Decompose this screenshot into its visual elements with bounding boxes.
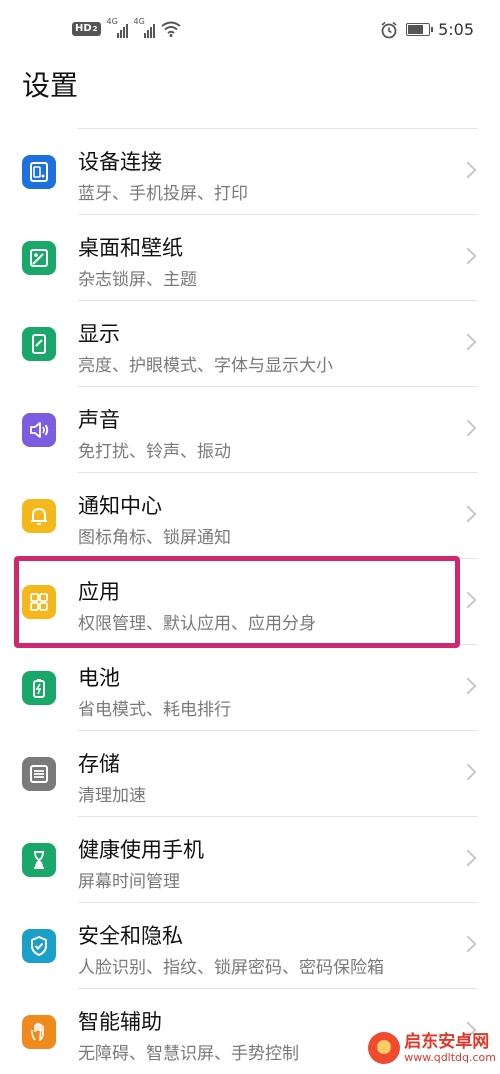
chevron-right-icon (459, 505, 477, 523)
setting-item-battery[interactable]: 电池 省电模式、耗电排行 (0, 644, 500, 730)
chevron-right-icon (459, 935, 477, 953)
divider (78, 472, 478, 473)
storage-icon (22, 757, 56, 791)
setting-title: 健康使用手机 (78, 838, 204, 862)
setting-title: 声音 (78, 408, 120, 432)
status-bar-right: 5:05 (380, 20, 474, 39)
setting-subtitle: 杂志锁屏、主题 (78, 270, 197, 290)
setting-title: 存储 (78, 752, 120, 776)
setting-title: 安全和隐私 (78, 924, 183, 948)
status-bar-left: HD 2 4G 4G (72, 17, 181, 38)
chevron-right-icon (459, 333, 477, 351)
divider (78, 988, 478, 989)
watermark: 启东安卓网 www.qdltdq.com (368, 1032, 496, 1064)
signal-label-2: 4G (133, 17, 145, 26)
setting-item-notification[interactable]: 通知中心 图标角标、锁屏通知 (0, 472, 500, 558)
setting-title: 电池 (78, 666, 120, 690)
setting-title: 设备连接 (78, 150, 162, 174)
settings-list: 设备连接 蓝牙、手机投屏、打印 桌面和壁纸 杂志锁屏、主题 显示 亮度、护眼模式… (0, 128, 500, 1074)
status-bar: HD 2 4G 4G 5:05 (0, 0, 500, 58)
signal-icon: 4G (133, 17, 155, 38)
watermark-name: 启东安卓网 (404, 1032, 490, 1052)
shield-icon (22, 929, 56, 963)
setting-item-wallpaper[interactable]: 桌面和壁纸 杂志锁屏、主题 (0, 214, 500, 300)
setting-item-storage[interactable]: 存储 清理加速 (0, 730, 500, 816)
sound-icon (22, 413, 56, 447)
wifi-icon (160, 21, 181, 37)
setting-subtitle: 蓝牙、手机投屏、打印 (78, 184, 248, 204)
setting-item-sound[interactable]: 声音 免打扰、铃声、振动 (0, 386, 500, 472)
divider (78, 730, 478, 731)
setting-subtitle: 无障碍、智慧识屏、手势控制 (78, 1044, 299, 1064)
setting-item-apps[interactable]: 应用 权限管理、默认应用、应用分身 (0, 558, 500, 644)
setting-title: 通知中心 (78, 494, 162, 518)
divider (78, 558, 478, 559)
chevron-right-icon (459, 849, 477, 867)
divider (78, 128, 478, 129)
divider (78, 300, 478, 301)
display-icon (22, 327, 56, 361)
alarm-icon (381, 21, 397, 38)
setting-item-device-connect[interactable]: 设备连接 蓝牙、手机投屏、打印 (0, 128, 500, 214)
setting-item-digital-balance[interactable]: 健康使用手机 屏幕时间管理 (0, 816, 500, 902)
battery-icon (22, 671, 56, 705)
notification-icon (22, 499, 56, 533)
chevron-right-icon (459, 161, 477, 179)
setting-subtitle: 权限管理、默认应用、应用分身 (78, 614, 316, 634)
chevron-right-icon (459, 591, 477, 609)
setting-subtitle: 清理加速 (78, 786, 146, 806)
chevron-right-icon (459, 419, 477, 437)
hourglass-icon (22, 843, 56, 877)
hd-icon: HD 2 (72, 22, 101, 36)
hd-badge-label: HD (75, 23, 92, 34)
divider (78, 816, 478, 817)
hd-badge-sub: 2 (92, 24, 98, 33)
setting-subtitle: 图标角标、锁屏通知 (78, 528, 231, 548)
signal-icon: 4G (106, 17, 128, 38)
chevron-right-icon (459, 247, 477, 265)
divider (78, 386, 478, 387)
setting-subtitle: 免打扰、铃声、振动 (78, 442, 231, 462)
setting-subtitle: 省电模式、耗电排行 (78, 700, 231, 720)
page-title: 设置 (22, 69, 79, 102)
setting-subtitle: 亮度、护眼模式、字体与显示大小 (78, 356, 333, 376)
watermark-logo-icon (368, 1032, 401, 1064)
setting-subtitle: 屏幕时间管理 (78, 872, 180, 892)
setting-subtitle: 人脸识别、指纹、锁屏密码、密码保险箱 (78, 958, 384, 978)
watermark-text: 启东安卓网 www.qdltdq.com (404, 1032, 496, 1064)
watermark-url: www.qdltdq.com (404, 1051, 496, 1064)
signal-label-1: 4G (106, 17, 118, 26)
device-connect-icon (22, 155, 56, 189)
setting-title: 桌面和壁纸 (78, 236, 183, 260)
setting-item-display[interactable]: 显示 亮度、护眼模式、字体与显示大小 (0, 300, 500, 386)
divider (78, 644, 478, 645)
setting-item-security[interactable]: 安全和隐私 人脸识别、指纹、锁屏密码、密码保险箱 (0, 902, 500, 988)
hand-icon (22, 1015, 56, 1049)
apps-icon (22, 585, 56, 619)
divider (78, 214, 478, 215)
setting-title: 智能辅助 (78, 1010, 162, 1034)
setting-title: 应用 (78, 580, 120, 604)
divider (78, 902, 478, 903)
chevron-right-icon (459, 677, 477, 695)
wallpaper-icon (22, 241, 56, 275)
chevron-right-icon (459, 763, 477, 781)
battery-icon (406, 23, 434, 36)
setting-title: 显示 (78, 322, 120, 346)
status-time: 5:05 (438, 20, 474, 39)
